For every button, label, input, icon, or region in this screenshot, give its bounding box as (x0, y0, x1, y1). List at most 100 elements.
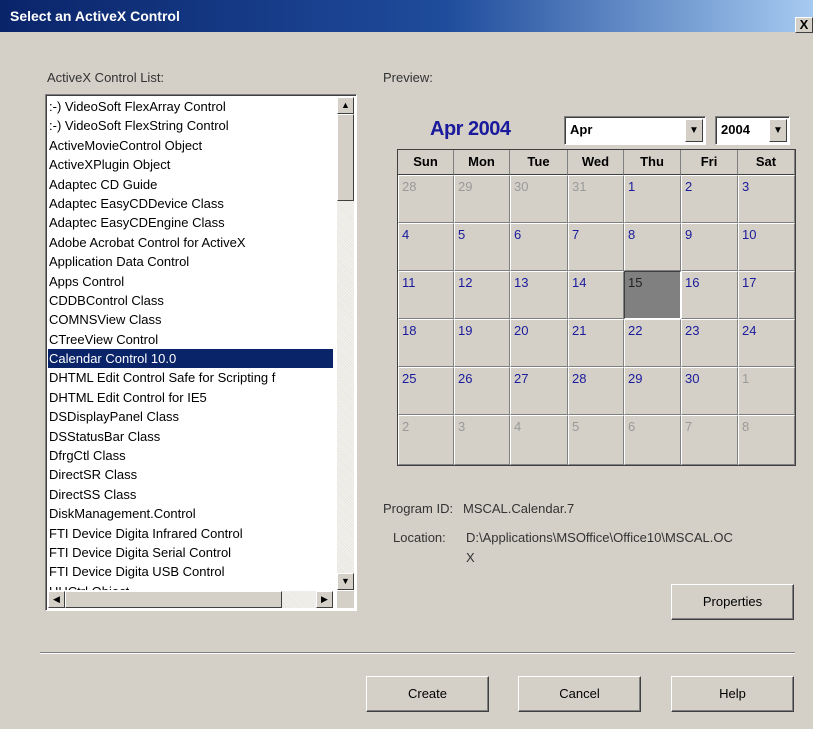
list-item[interactable]: Adaptec EasyCDEngine Class (48, 213, 333, 232)
calendar-day[interactable]: 19 (454, 319, 510, 367)
cancel-button[interactable]: Cancel (518, 676, 641, 712)
calendar-day[interactable]: 26 (454, 367, 510, 415)
calendar-day[interactable]: 15 (624, 271, 681, 319)
control-listbox[interactable]: :-) VideoSoft FlexArray Control:-) Video… (45, 94, 357, 611)
window-title: Select an ActiveX Control (10, 8, 180, 24)
calendar-day[interactable]: 8 (738, 415, 795, 465)
calendar-day[interactable]: 16 (681, 271, 738, 319)
calendar-day[interactable]: 4 (398, 223, 454, 271)
properties-button[interactable]: Properties (671, 584, 794, 620)
list-item[interactable]: DHTML Edit Control for IE5 (48, 388, 333, 407)
calendar-day[interactable]: 29 (624, 367, 681, 415)
scroll-thumb[interactable] (337, 114, 354, 201)
list-item[interactable]: DHTML Edit Control Safe for Scripting f (48, 368, 333, 387)
calendar-day[interactable]: 3 (738, 175, 795, 223)
location-label: Location: (393, 530, 446, 545)
list-item[interactable]: DfrgCtl Class (48, 446, 333, 465)
scroll-h-thumb[interactable] (65, 591, 282, 608)
calendar-day[interactable]: 3 (454, 415, 510, 465)
vertical-scrollbar[interactable]: ▲ ▼ (337, 97, 354, 590)
list-item[interactable]: CDDBControl Class (48, 291, 333, 310)
calendar-day[interactable]: 28 (398, 175, 454, 223)
list-item[interactable]: COMNSView Class (48, 310, 333, 329)
calendar-day[interactable]: 21 (568, 319, 624, 367)
calendar-day[interactable]: 28 (568, 367, 624, 415)
list-item[interactable]: ActiveMovieControl Object (48, 136, 333, 155)
calendar-day[interactable]: 2 (398, 415, 454, 465)
list-item[interactable]: Apps Control (48, 272, 333, 291)
list-item[interactable]: CTreeView Control (48, 330, 333, 349)
calendar-day[interactable]: 9 (681, 223, 738, 271)
calendar-day[interactable]: 4 (510, 415, 568, 465)
calendar-day[interactable]: 12 (454, 271, 510, 319)
calendar-day[interactable]: 23 (681, 319, 738, 367)
list-item[interactable]: Application Data Control (48, 252, 333, 271)
control-list-items: :-) VideoSoft FlexArray Control:-) Video… (48, 97, 333, 590)
close-button[interactable]: X (795, 17, 813, 33)
list-item[interactable]: FTI Device Digita USB Control (48, 562, 333, 581)
calendar-day[interactable]: 30 (681, 367, 738, 415)
calendar-day[interactable]: 10 (738, 223, 795, 271)
scroll-up-icon[interactable]: ▲ (337, 97, 354, 114)
list-item[interactable]: HHCtrl Object (48, 582, 333, 590)
calendar-day[interactable]: 6 (510, 223, 568, 271)
list-item[interactable]: :-) VideoSoft FlexArray Control (48, 97, 333, 116)
calendar-day[interactable]: 17 (738, 271, 795, 319)
calendar-day[interactable]: 1 (624, 175, 681, 223)
horizontal-scrollbar[interactable]: ◀ ▶ (48, 591, 333, 608)
day-name-sun: Sun (398, 150, 454, 175)
calendar-day[interactable]: 27 (510, 367, 568, 415)
calendar-day[interactable]: 6 (624, 415, 681, 465)
calendar-day[interactable]: 5 (568, 415, 624, 465)
separator (40, 652, 795, 654)
create-button[interactable]: Create (366, 676, 489, 712)
list-item[interactable]: ActiveXPlugin Object (48, 155, 333, 174)
scroll-right-icon[interactable]: ▶ (316, 591, 333, 608)
scroll-left-icon[interactable]: ◀ (48, 591, 65, 608)
list-item[interactable]: DirectSR Class (48, 465, 333, 484)
year-select[interactable]: 2004 ▼ (715, 116, 790, 145)
chevron-down-icon[interactable]: ▼ (769, 119, 787, 142)
calendar-day[interactable]: 20 (510, 319, 568, 367)
control-list-label: ActiveX Control List: (47, 70, 165, 85)
list-item[interactable]: Adaptec EasyCDDevice Class (48, 194, 333, 213)
list-item[interactable]: DirectSS Class (48, 485, 333, 504)
list-item[interactable]: DSDisplayPanel Class (48, 407, 333, 426)
calendar-day[interactable]: 1 (738, 367, 795, 415)
calendar-day[interactable]: 7 (568, 223, 624, 271)
list-item[interactable]: Adaptec CD Guide (48, 175, 333, 194)
calendar-title: Apr 2004 (430, 118, 511, 140)
scroll-down-icon[interactable]: ▼ (337, 573, 354, 590)
calendar-day[interactable]: 5 (454, 223, 510, 271)
list-item[interactable]: Calendar Control 10.0 (48, 349, 333, 369)
calendar-grid: Sun Mon Tue Wed Thu Fri Sat 28 29 30 31 1 2 3 4 5 6 7 8 9 1… (397, 149, 796, 466)
list-item[interactable]: DiskManagement.Control (48, 504, 333, 523)
calendar-day[interactable]: 25 (398, 367, 454, 415)
calendar-day[interactable]: 14 (568, 271, 624, 319)
list-item[interactable]: :-) VideoSoft FlexString Control (48, 116, 333, 135)
calendar-day[interactable]: 2 (681, 175, 738, 223)
calendar-day[interactable]: 18 (398, 319, 454, 367)
calendar-day[interactable]: 30 (510, 175, 568, 223)
day-name-tue: Tue (510, 150, 568, 175)
month-select-value: Apr (570, 122, 593, 137)
calendar-day[interactable]: 11 (398, 271, 454, 319)
calendar-day[interactable]: 22 (624, 319, 681, 367)
list-item[interactable]: Adobe Acrobat Control for ActiveX (48, 233, 333, 252)
calendar-day[interactable]: 13 (510, 271, 568, 319)
list-item[interactable]: FTI Device Digita Serial Control (48, 543, 333, 562)
title-bar: Select an ActiveX Control X (0, 0, 813, 33)
list-item[interactable]: DSStatusBar Class (48, 427, 333, 446)
calendar-day[interactable]: 7 (681, 415, 738, 465)
calendar-day[interactable]: 8 (624, 223, 681, 271)
calendar-day[interactable]: 29 (454, 175, 510, 223)
chevron-down-icon[interactable]: ▼ (685, 119, 703, 142)
help-button[interactable]: Help (671, 676, 794, 712)
calendar-day[interactable]: 31 (568, 175, 624, 223)
month-select[interactable]: Apr ▼ (564, 116, 706, 145)
list-item[interactable]: FTI Device Digita Infrared Control (48, 524, 333, 543)
day-name-mon: Mon (454, 150, 510, 175)
calendar-day[interactable]: 24 (738, 319, 795, 367)
program-id-label: Program ID: (383, 501, 454, 516)
location-value-wrap: X (466, 550, 475, 565)
